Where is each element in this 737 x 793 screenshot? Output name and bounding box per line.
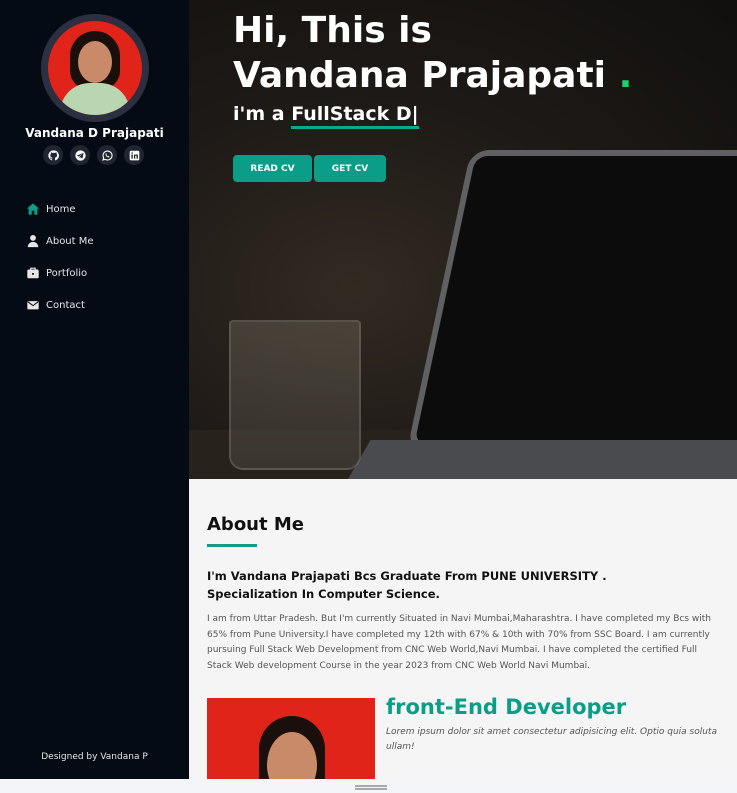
hero-name: Vandana Prajapati <box>233 55 607 96</box>
hero-title: Hi, This is Vandana Prajapati . <box>233 8 632 98</box>
hero-subtitle: i'm a FullStack D| <box>233 103 419 129</box>
hero-section: Hi, This is Vandana Prajapati . i'm a Fu… <box>189 0 737 479</box>
whatsapp-icon <box>101 149 113 161</box>
hero-buttons: READ CV GET CV <box>233 155 386 182</box>
horizontal-scrollbar[interactable] <box>0 779 737 793</box>
role-description: Lorem ipsum dolor sit amet consectetur a… <box>386 727 717 752</box>
profile-avatar <box>48 21 142 115</box>
linkedin-link[interactable] <box>124 145 144 165</box>
nav-label-contact: Contact <box>46 299 85 311</box>
hero-dot: . <box>618 55 633 96</box>
nav-item-portfolio[interactable]: Portfolio <box>25 257 94 289</box>
scrollbar-grip[interactable] <box>355 785 387 790</box>
role-title: front-End Developer <box>386 695 627 719</box>
about-lead: I'm Vandana Prajapati Bcs Graduate From … <box>207 569 607 601</box>
briefcase-icon <box>25 265 41 281</box>
whatsapp-link[interactable] <box>97 145 117 165</box>
github-icon <box>47 149 59 160</box>
user-icon <box>25 233 41 249</box>
get-cv-button[interactable]: GET CV <box>314 155 386 182</box>
about-section: About Me I'm Vandana Prajapati Bcs Gradu… <box>189 479 737 793</box>
nav-label-home: Home <box>46 203 76 215</box>
social-links <box>43 145 144 165</box>
home-icon <box>25 201 41 217</box>
nav-item-contact[interactable]: Contact <box>25 289 94 321</box>
read-cv-button[interactable]: READ CV <box>233 155 312 182</box>
envelope-icon <box>25 297 41 313</box>
nav-item-about[interactable]: About Me <box>25 225 94 257</box>
linkedin-icon <box>129 150 139 160</box>
nav-label-about: About Me <box>46 235 94 247</box>
profile-avatar-frame <box>41 14 149 122</box>
sidebar-nav: Home About Me Portfolio Contact <box>25 193 94 321</box>
telegram-icon <box>74 149 86 161</box>
profile-name: Vandana D Prajapati <box>25 126 164 140</box>
about-title: About Me <box>207 514 304 535</box>
hero-typed-text: FullStack D| <box>291 103 419 129</box>
about-title-underline <box>207 544 257 547</box>
telegram-link[interactable] <box>70 145 90 165</box>
footer-credit: Designed by Vandana P <box>41 752 148 762</box>
about-body: I am from Uttar Pradesh. But I'm current… <box>207 614 712 671</box>
sidebar: Vandana D Prajapati Home About Me Portfo… <box>0 0 189 793</box>
hero-subtitle-prefix: i'm a <box>233 103 292 125</box>
nav-label-portfolio: Portfolio <box>46 267 88 279</box>
nav-item-home[interactable]: Home <box>25 193 94 225</box>
hero-greeting: Hi, This is <box>233 10 432 51</box>
github-link[interactable] <box>43 145 63 165</box>
